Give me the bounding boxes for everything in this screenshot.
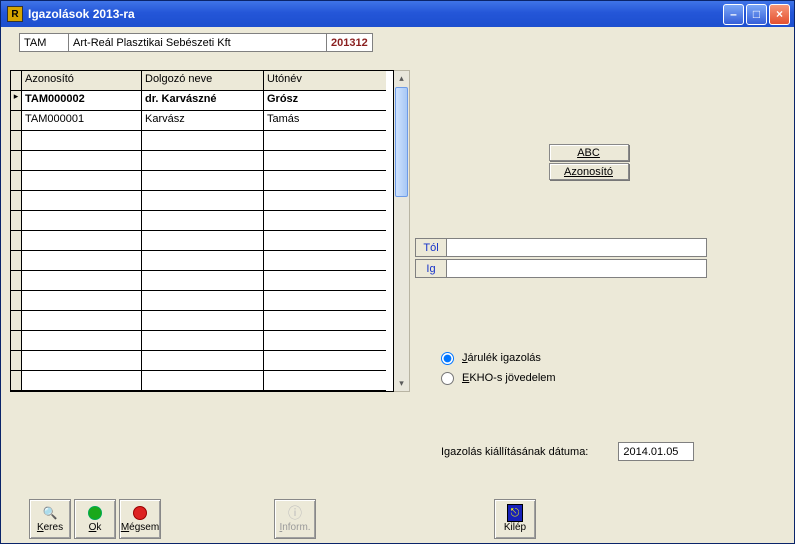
table-row[interactable]	[11, 191, 393, 211]
window-title: Igazolások 2013-ra	[28, 7, 723, 21]
col-header-id[interactable]: Azonosító	[22, 71, 142, 91]
employee-grid[interactable]: Azonosító Dolgozó neve Utónév TAM000002d…	[10, 70, 394, 392]
scroll-up-icon[interactable]: ▴	[394, 71, 409, 86]
maximize-button[interactable]: □	[746, 4, 767, 25]
sort-buttons: ABC Azonosító	[421, 144, 756, 180]
exit-icon: ⎋	[507, 504, 523, 522]
grid-scrollbar[interactable]: ▴ ▾	[394, 70, 410, 392]
client-area: TAM Art-Reál Plasztikai Sebészeti Kft 20…	[1, 27, 794, 543]
ok-icon	[88, 506, 102, 520]
table-row[interactable]	[11, 171, 393, 191]
table-row[interactable]	[11, 351, 393, 371]
table-row[interactable]: TAM000002dr. KarvásznéGrósz	[11, 91, 393, 111]
close-button[interactable]: ×	[769, 4, 790, 25]
right-panel: ABC Azonosító Tól Ig Járulék igazolás	[421, 122, 756, 388]
table-row[interactable]	[11, 131, 393, 151]
issue-date-row: Igazolás kiállításának dátuma:	[441, 442, 694, 461]
table-row[interactable]	[11, 151, 393, 171]
sort-id-button[interactable]: Azonosító	[549, 163, 629, 180]
range-to-input[interactable]	[447, 259, 707, 278]
range-from-input[interactable]	[447, 238, 707, 257]
grid-header: Azonosító Dolgozó neve Utónév	[11, 71, 393, 91]
ok-button[interactable]: Ok	[74, 499, 116, 539]
scroll-thumb[interactable]	[395, 87, 408, 197]
range-to-label: Ig	[415, 259, 447, 278]
header-info: TAM Art-Reál Plasztikai Sebészeti Kft 20…	[19, 33, 786, 52]
table-row[interactable]	[11, 331, 393, 351]
binoculars-icon	[42, 505, 58, 521]
window: R Igazolások 2013-ra – □ × TAM Art-Reál …	[0, 0, 795, 544]
table-row[interactable]	[11, 371, 393, 391]
range-group: Tól Ig	[415, 238, 756, 278]
minimize-button[interactable]: –	[723, 4, 744, 25]
radio-jarulek-label[interactable]: Járulék igazolás	[462, 352, 541, 364]
cancel-icon	[133, 506, 147, 520]
radio-ekho-label[interactable]: EKHO-s jövedelem	[462, 372, 556, 384]
table-row[interactable]	[11, 271, 393, 291]
table-row[interactable]	[11, 311, 393, 331]
scroll-down-icon[interactable]: ▾	[394, 376, 409, 391]
titlebar: R Igazolások 2013-ra – □ ×	[1, 1, 794, 27]
sort-abc-button[interactable]: ABC	[549, 144, 629, 161]
issue-date-label: Igazolás kiállításának dátuma:	[441, 446, 588, 458]
table-row[interactable]	[11, 231, 393, 251]
issue-date-input[interactable]	[618, 442, 694, 461]
company-code[interactable]: TAM	[19, 33, 69, 52]
period: 201312	[327, 33, 373, 52]
cert-type-radios: Járulék igazolás EKHO-s jövedelem	[441, 348, 756, 388]
info-button: Inform.	[274, 499, 316, 539]
cancel-button[interactable]: Mégsem	[119, 499, 161, 539]
table-row[interactable]: TAM000001KarvászTamás	[11, 111, 393, 131]
action-buttons: Keres Ok Mégsem	[29, 499, 161, 539]
table-row[interactable]	[11, 211, 393, 231]
company-name: Art-Reál Plasztikai Sebészeti Kft	[69, 33, 327, 52]
info-icon	[287, 505, 303, 521]
col-header-first[interactable]: Utónév	[264, 71, 386, 91]
radio-jarulek[interactable]	[441, 352, 454, 365]
table-row[interactable]	[11, 251, 393, 271]
col-header-name[interactable]: Dolgozó neve	[142, 71, 264, 91]
table-row[interactable]	[11, 291, 393, 311]
app-icon: R	[7, 6, 23, 22]
range-from-label: Tól	[415, 238, 447, 257]
search-button[interactable]: Keres	[29, 499, 71, 539]
radio-ekho[interactable]	[441, 372, 454, 385]
exit-button[interactable]: ⎋ Kilép	[494, 499, 536, 539]
